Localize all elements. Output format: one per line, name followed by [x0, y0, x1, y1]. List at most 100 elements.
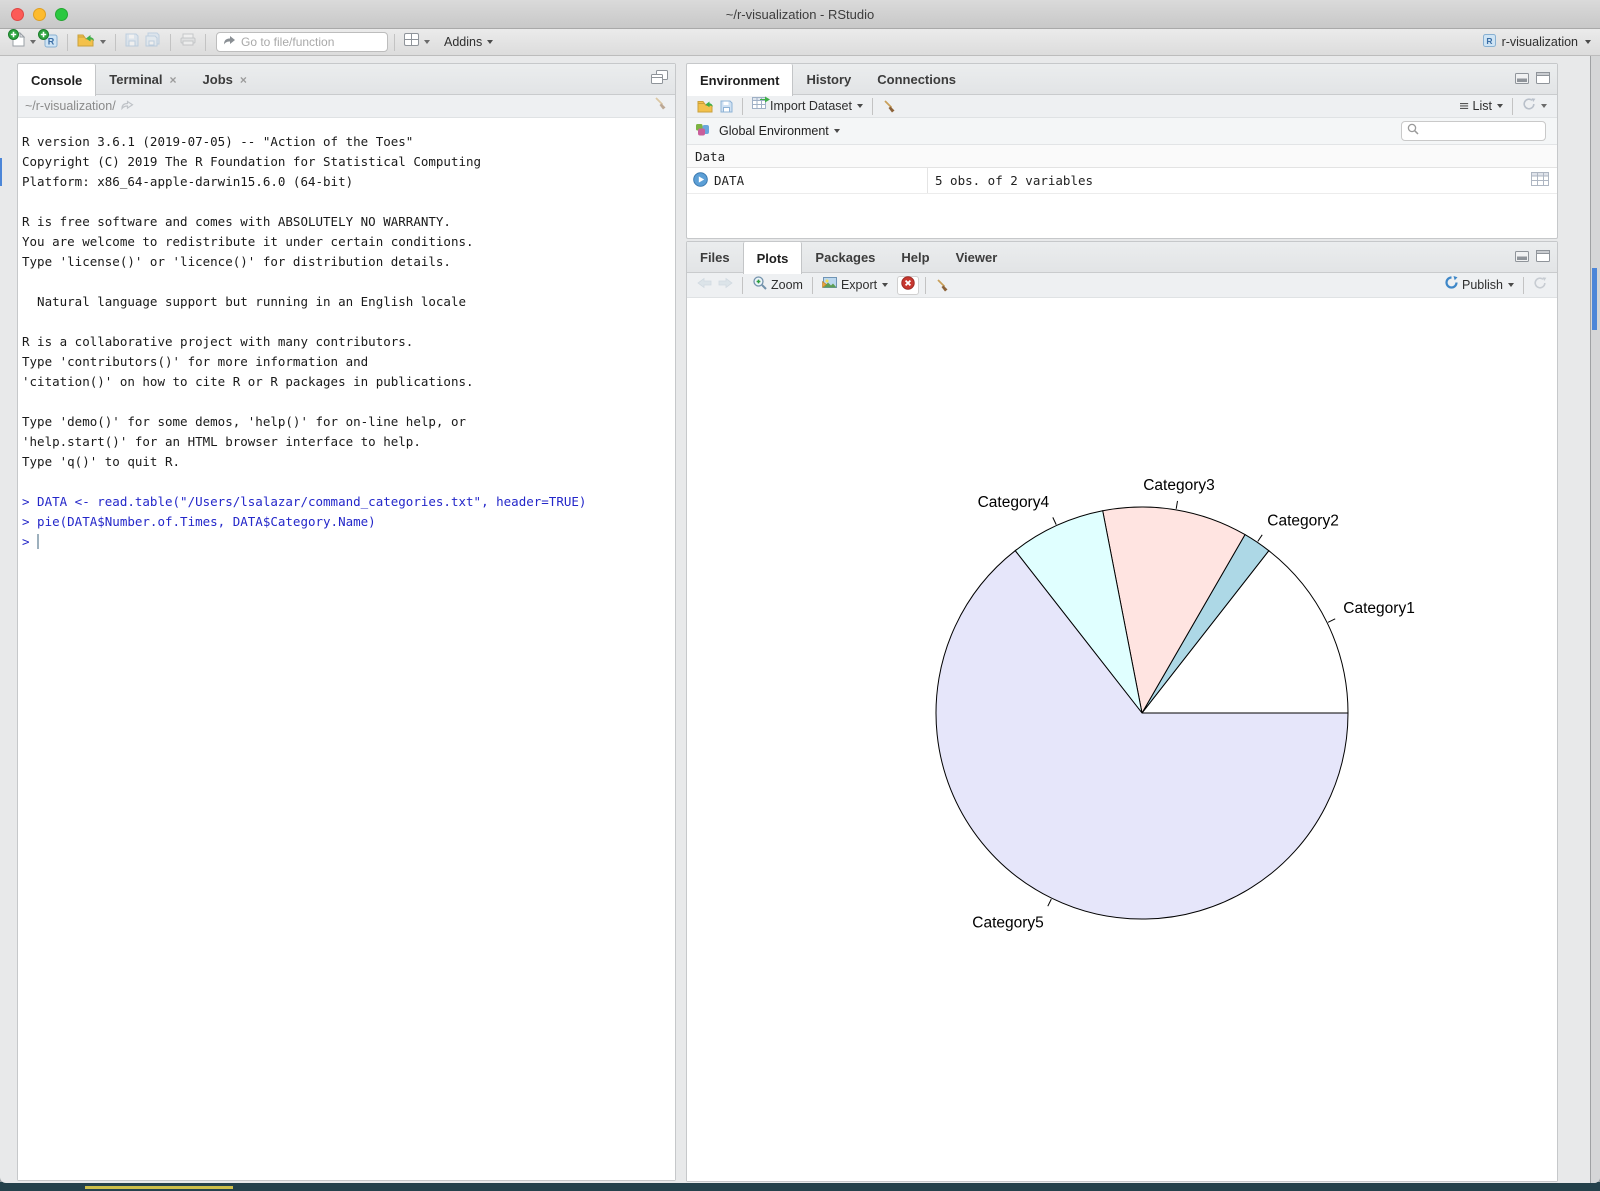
minimize-pane-icon[interactable] — [1515, 249, 1529, 267]
chevron-down-icon — [1508, 283, 1514, 287]
new-project-icon: R — [42, 32, 58, 53]
env-object-row[interactable]: DATA5 obs. of 2 variables — [687, 168, 1557, 194]
export-plot-button[interactable]: Export — [819, 274, 891, 296]
close-tab-icon[interactable]: × — [170, 74, 177, 86]
import-dataset-button[interactable]: Import Dataset — [749, 95, 866, 117]
tab-files[interactable]: Files — [687, 242, 743, 273]
project-name-label: r-visualization — [1502, 35, 1578, 49]
tab-label: Viewer — [956, 250, 998, 265]
save-icon — [125, 33, 139, 52]
refresh-icon — [1522, 97, 1536, 116]
zoom-plot-button[interactable]: Zoom — [749, 273, 806, 298]
tab-label: Terminal — [109, 72, 162, 87]
save-button[interactable] — [122, 31, 142, 54]
pie-chart: Category1Category2Category3Category4Cate… — [687, 298, 1557, 1182]
console-prompt[interactable]: > — [22, 532, 669, 552]
refresh-environment-button[interactable] — [1519, 95, 1550, 118]
console-line — [22, 272, 669, 292]
titlebar[interactable]: ~/r-visualization - RStudio — [0, 0, 1600, 29]
console-line: 'citation()' on how to cite R or R packa… — [22, 372, 669, 392]
tab-terminal[interactable]: Terminal × — [96, 64, 189, 95]
forward-arrow-icon[interactable] — [121, 97, 134, 115]
new-file-button[interactable] — [9, 30, 39, 54]
refresh-plot-button[interactable] — [1530, 274, 1550, 297]
svg-text:R: R — [1486, 36, 1492, 46]
maximize-pane-icon[interactable] — [1536, 249, 1550, 267]
tab-label: Environment — [700, 73, 779, 88]
object-name: DATA — [714, 173, 744, 188]
forward-arrow-icon — [718, 276, 733, 294]
global-environment-cube-icon — [695, 122, 710, 141]
publish-plot-button[interactable]: Publish — [1441, 273, 1517, 297]
tab-history[interactable]: History — [793, 64, 864, 95]
separator — [742, 98, 743, 115]
pie-label: Category3 — [1143, 477, 1215, 494]
console-line: R is free software and comes with ABSOLU… — [22, 212, 669, 232]
tab-label: Packages — [815, 250, 875, 265]
remove-plot-x-icon — [901, 276, 915, 295]
goto-file-box[interactable] — [216, 32, 388, 52]
console-line: 'help.start()' for an HTML browser inter… — [22, 432, 669, 452]
main-toolbar: R — [0, 29, 1600, 56]
console-line: > DATA <- read.table("/Users/lsalazar/co… — [22, 492, 669, 512]
console-line: R is a collaborative project with many c… — [22, 332, 669, 352]
chevron-down-icon — [1541, 104, 1547, 108]
pie-label: Category2 — [1267, 512, 1339, 529]
chevron-down-icon — [30, 40, 36, 44]
zoom-magnifier-icon — [752, 275, 768, 296]
open-file-button[interactable] — [74, 31, 109, 54]
load-workspace-button[interactable] — [694, 98, 717, 115]
import-dataset-icon — [752, 97, 767, 115]
tab-help[interactable]: Help — [888, 242, 942, 273]
console-line: Type 'q()' to quit R. — [22, 452, 669, 472]
tab-jobs[interactable]: Jobs× — [190, 64, 260, 95]
print-button[interactable] — [177, 31, 199, 53]
environment-search-box[interactable] — [1401, 121, 1546, 141]
tab-plots[interactable]: Plots — [743, 242, 803, 274]
tab-label: Console — [31, 73, 82, 88]
tab-connections[interactable]: Connections — [864, 64, 969, 95]
addins-button[interactable]: Addins — [441, 33, 496, 51]
text-cursor — [37, 534, 39, 549]
console-line: You are welcome to redistribute it under… — [22, 232, 669, 252]
list-view-button[interactable]: ≡ List — [1456, 97, 1506, 116]
clear-console-broom-icon[interactable] — [653, 96, 668, 116]
clear-plots-broom-icon[interactable] — [932, 276, 953, 295]
minimize-pane-icon[interactable] — [1515, 71, 1529, 89]
chevron-down-icon — [487, 40, 493, 44]
pie-label: Category5 — [972, 914, 1044, 931]
working-directory-label: ~/r-visualization/ — [25, 99, 116, 113]
clear-environment-broom-icon[interactable] — [879, 97, 900, 116]
separator — [1523, 277, 1524, 294]
chevron-down-icon — [1585, 40, 1591, 44]
pie-label-tick — [1258, 535, 1262, 542]
project-menu-button[interactable]: R r-visualization — [1482, 33, 1591, 51]
console-line: > pie(DATA$Number.of.Times, DATA$Categor… — [22, 512, 669, 532]
new-project-button[interactable]: R — [39, 30, 61, 55]
pane-layout-button[interactable] — [401, 31, 433, 53]
previous-plot-button[interactable] — [694, 274, 715, 296]
global-environment-selector[interactable]: Global Environment — [716, 122, 843, 140]
project-cube-icon: R — [1482, 33, 1497, 51]
save-workspace-button[interactable] — [717, 98, 736, 115]
environment-search-input[interactable] — [1423, 124, 1533, 138]
list-view-label: List — [1473, 99, 1492, 113]
separator — [925, 277, 926, 294]
goto-file-input[interactable] — [241, 35, 361, 49]
console-line — [22, 392, 669, 412]
maximize-pane-icon[interactable] — [651, 70, 668, 90]
view-data-grid-icon[interactable] — [1531, 172, 1549, 189]
maximize-pane-icon[interactable] — [1536, 71, 1550, 89]
tab-environment[interactable]: Environment — [687, 64, 793, 96]
tab-console[interactable]: Console — [18, 64, 96, 96]
close-tab-icon[interactable]: × — [240, 74, 247, 86]
expand-object-icon[interactable] — [693, 172, 708, 190]
save-all-button[interactable] — [142, 30, 164, 54]
next-plot-button[interactable] — [715, 274, 736, 296]
tab-packages[interactable]: Packages — [802, 242, 888, 273]
chevron-down-icon — [857, 104, 863, 108]
tab-viewer[interactable]: Viewer — [943, 242, 1011, 273]
separator — [812, 277, 813, 294]
console-output[interactable]: R version 3.6.1 (2019-07-05) -- "Action … — [18, 119, 675, 1180]
remove-plot-button[interactable] — [897, 276, 919, 295]
